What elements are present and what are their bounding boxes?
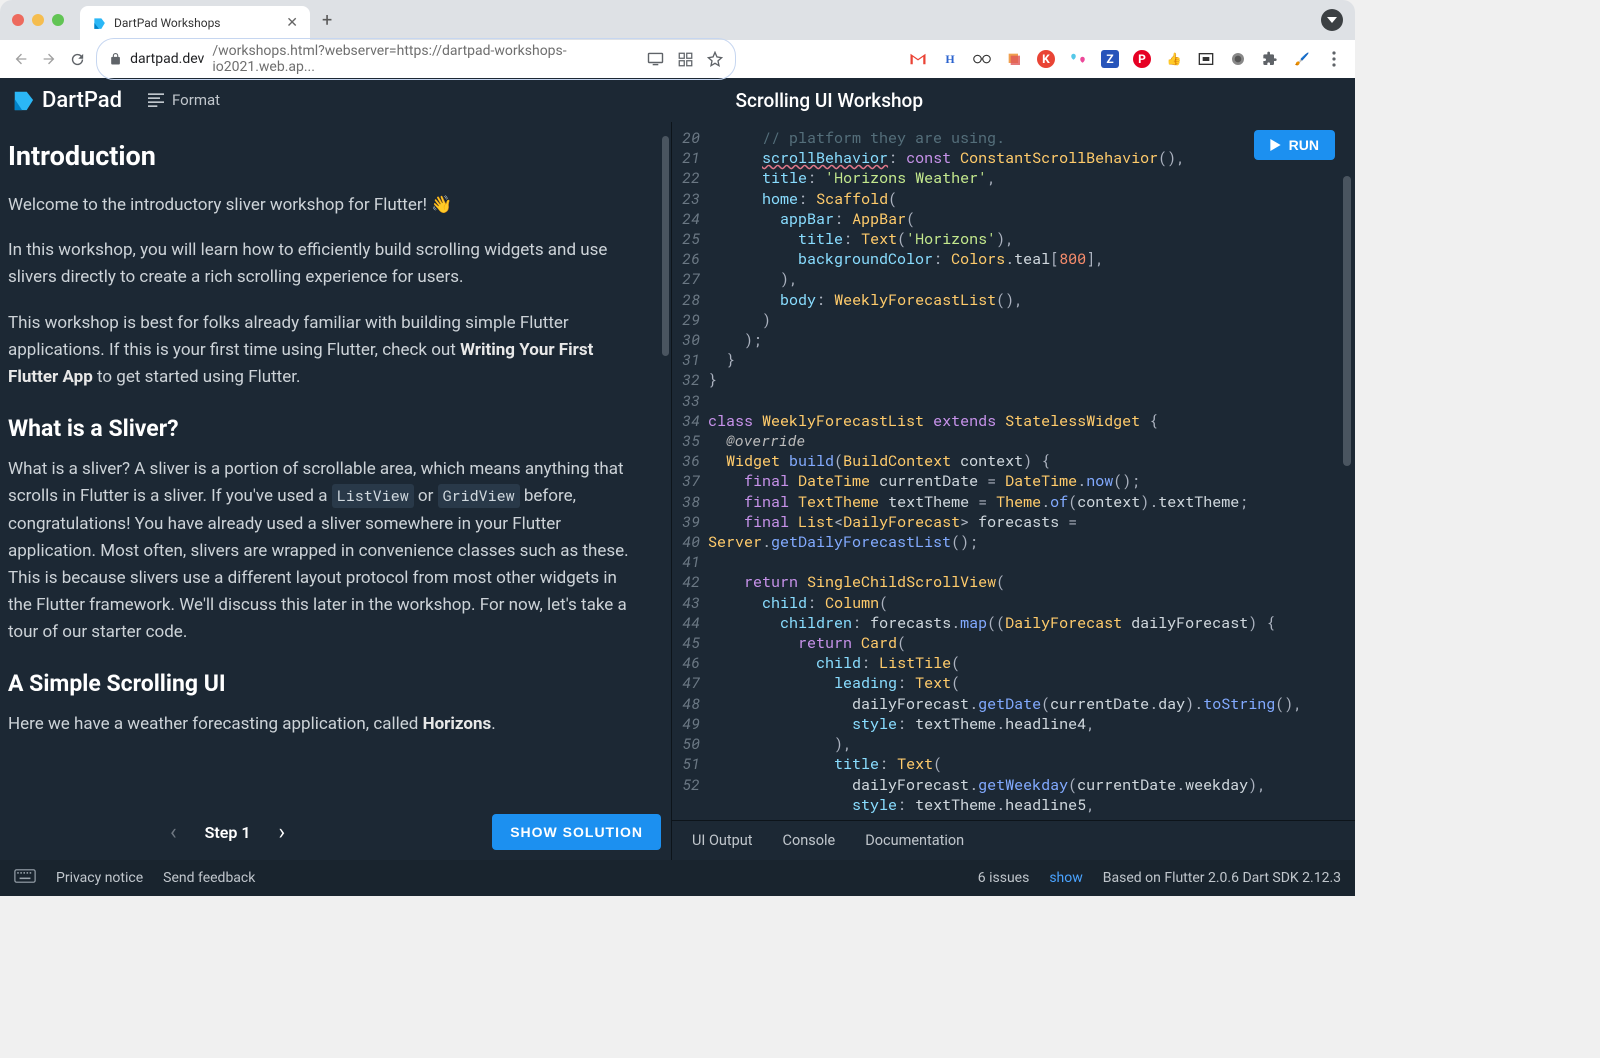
gridview-code: GridView — [438, 484, 520, 508]
output-tabs: UI Output Console Documentation — [672, 820, 1355, 860]
new-tab-button[interactable]: + — [322, 10, 332, 31]
instructions-pane: Introduction Welcome to the introductory… — [0, 122, 672, 860]
play-icon — [1270, 139, 1281, 151]
listview-code: ListView — [332, 484, 414, 508]
step-label: Step 1 — [205, 823, 251, 842]
run-button[interactable]: RUN — [1254, 130, 1335, 160]
dartpad-app: DartPad Format Scrolling UI Workshop Int… — [0, 78, 1355, 896]
intro-p2: In this workshop, you will learn how to … — [8, 237, 641, 291]
ext-glasses-icon[interactable] — [973, 50, 991, 68]
feedback-link[interactable]: Send feedback — [163, 870, 255, 886]
simple-ui-paragraph: Here we have a weather forecasting appli… — [8, 711, 641, 738]
instructions-scrollbar[interactable] — [662, 136, 669, 356]
status-bar: Privacy notice Send feedback 6 issues sh… — [0, 860, 1355, 896]
ext-circle-icon[interactable] — [1229, 50, 1247, 68]
instructions-content: Introduction Welcome to the introductory… — [0, 122, 671, 804]
ext-hearts-icon[interactable] — [1069, 50, 1087, 68]
ext-z-icon[interactable]: Z — [1101, 50, 1119, 68]
window-max-button[interactable] — [52, 14, 64, 26]
ext-puzzle-icon[interactable] — [1261, 50, 1279, 68]
code-editor[interactable]: RUN 202122232425262728293031323334353637… — [672, 122, 1355, 820]
window-min-button[interactable] — [32, 14, 44, 26]
window-controls — [12, 14, 64, 26]
lock-icon — [109, 52, 122, 66]
ext-pinterest-icon[interactable]: P — [1133, 50, 1151, 68]
extension-icons: H K Z P 👍 🖌️ — [909, 50, 1343, 68]
tab-console[interactable]: Console — [783, 832, 836, 849]
browser-tab[interactable]: DartPad Workshops ✕ — [80, 6, 310, 40]
tab-close-icon[interactable]: ✕ — [286, 15, 298, 31]
address-bar: dartpad.dev/workshops.html?webserver=htt… — [0, 40, 1355, 78]
browser-menu-icon[interactable] — [1325, 50, 1343, 68]
line-gutter: 2021222324252627282930313233343536373839… — [672, 128, 708, 820]
intro-p1: Welcome to the introductory sliver works… — [8, 192, 641, 219]
format-button[interactable]: Format — [148, 91, 220, 109]
step-nav: ‹ Step 1 › — [170, 820, 285, 845]
code-scrollbar[interactable] — [1343, 176, 1351, 466]
nav-forward-button — [40, 50, 58, 68]
tab-documentation[interactable]: Documentation — [865, 832, 964, 849]
show-solution-button[interactable]: SHOW SOLUTION — [492, 814, 661, 850]
simple-ui-heading: A Simple Scrolling UI — [8, 670, 641, 697]
logo-text: DartPad — [42, 88, 122, 113]
format-menu-icon — [148, 93, 164, 107]
step-prev-button: ‹ — [170, 820, 177, 845]
privacy-link[interactable]: Privacy notice — [56, 870, 143, 886]
browser-chrome: DartPad Workshops ✕ + dartpad.dev/worksh… — [0, 0, 1355, 78]
sliver-heading: What is a Sliver? — [8, 415, 641, 442]
step-footer: ‹ Step 1 › SHOW SOLUTION — [0, 804, 671, 860]
ext-brush-icon[interactable]: 🖌️ — [1293, 50, 1311, 68]
format-label: Format — [172, 91, 220, 109]
ext-gmail-icon[interactable] — [909, 50, 927, 68]
dartpad-favicon-icon — [92, 16, 106, 30]
url-path: /workshops.html?webserver=https://dartpa… — [212, 43, 639, 75]
tab-ui-output[interactable]: UI Output — [692, 832, 753, 849]
intro-p3: This workshop is best for folks already … — [8, 310, 641, 392]
sliver-paragraph: What is a sliver? A sliver is a portion … — [8, 456, 641, 646]
intro-heading: Introduction — [8, 140, 641, 172]
logo[interactable]: DartPad — [12, 88, 122, 113]
workshop-title: Scrolling UI Workshop — [736, 89, 923, 112]
keyboard-icon[interactable] — [14, 869, 36, 887]
main-split: Introduction Welcome to the introductory… — [0, 122, 1355, 860]
tab-bar: DartPad Workshops ✕ + — [0, 0, 1355, 40]
dart-logo-icon — [12, 89, 34, 111]
ext-k-icon[interactable]: K — [1037, 50, 1055, 68]
window-close-button[interactable] — [12, 14, 24, 26]
ext-thumb-icon[interactable]: 👍 — [1165, 50, 1183, 68]
code-pane: RUN 202122232425262728293031323334353637… — [672, 122, 1355, 860]
url-input[interactable]: dartpad.dev/workshops.html?webserver=htt… — [96, 38, 736, 80]
account-indicator-icon[interactable] — [1321, 9, 1343, 31]
ext-stack-icon[interactable] — [1005, 50, 1023, 68]
issues-count[interactable]: 6 issues — [978, 870, 1030, 886]
ext-frame-icon[interactable] — [1197, 50, 1215, 68]
show-issues-link[interactable]: show — [1049, 870, 1082, 886]
sdk-version: Based on Flutter 2.0.6 Dart SDK 2.12.3 — [1103, 870, 1341, 886]
code-lines[interactable]: // platform they are using. scrollBehavi… — [708, 128, 1355, 820]
star-icon[interactable] — [707, 51, 723, 67]
step-next-button[interactable]: › — [278, 820, 285, 845]
app-header: DartPad Format Scrolling UI Workshop — [0, 78, 1355, 122]
nav-back-button[interactable] — [12, 50, 30, 68]
screen-share-icon[interactable] — [647, 52, 664, 66]
url-host: dartpad.dev — [130, 51, 204, 67]
grid-icon[interactable] — [678, 52, 693, 67]
tab-title: DartPad Workshops — [114, 16, 278, 30]
ext-h-icon[interactable]: H — [941, 50, 959, 68]
reload-button[interactable] — [68, 50, 86, 68]
